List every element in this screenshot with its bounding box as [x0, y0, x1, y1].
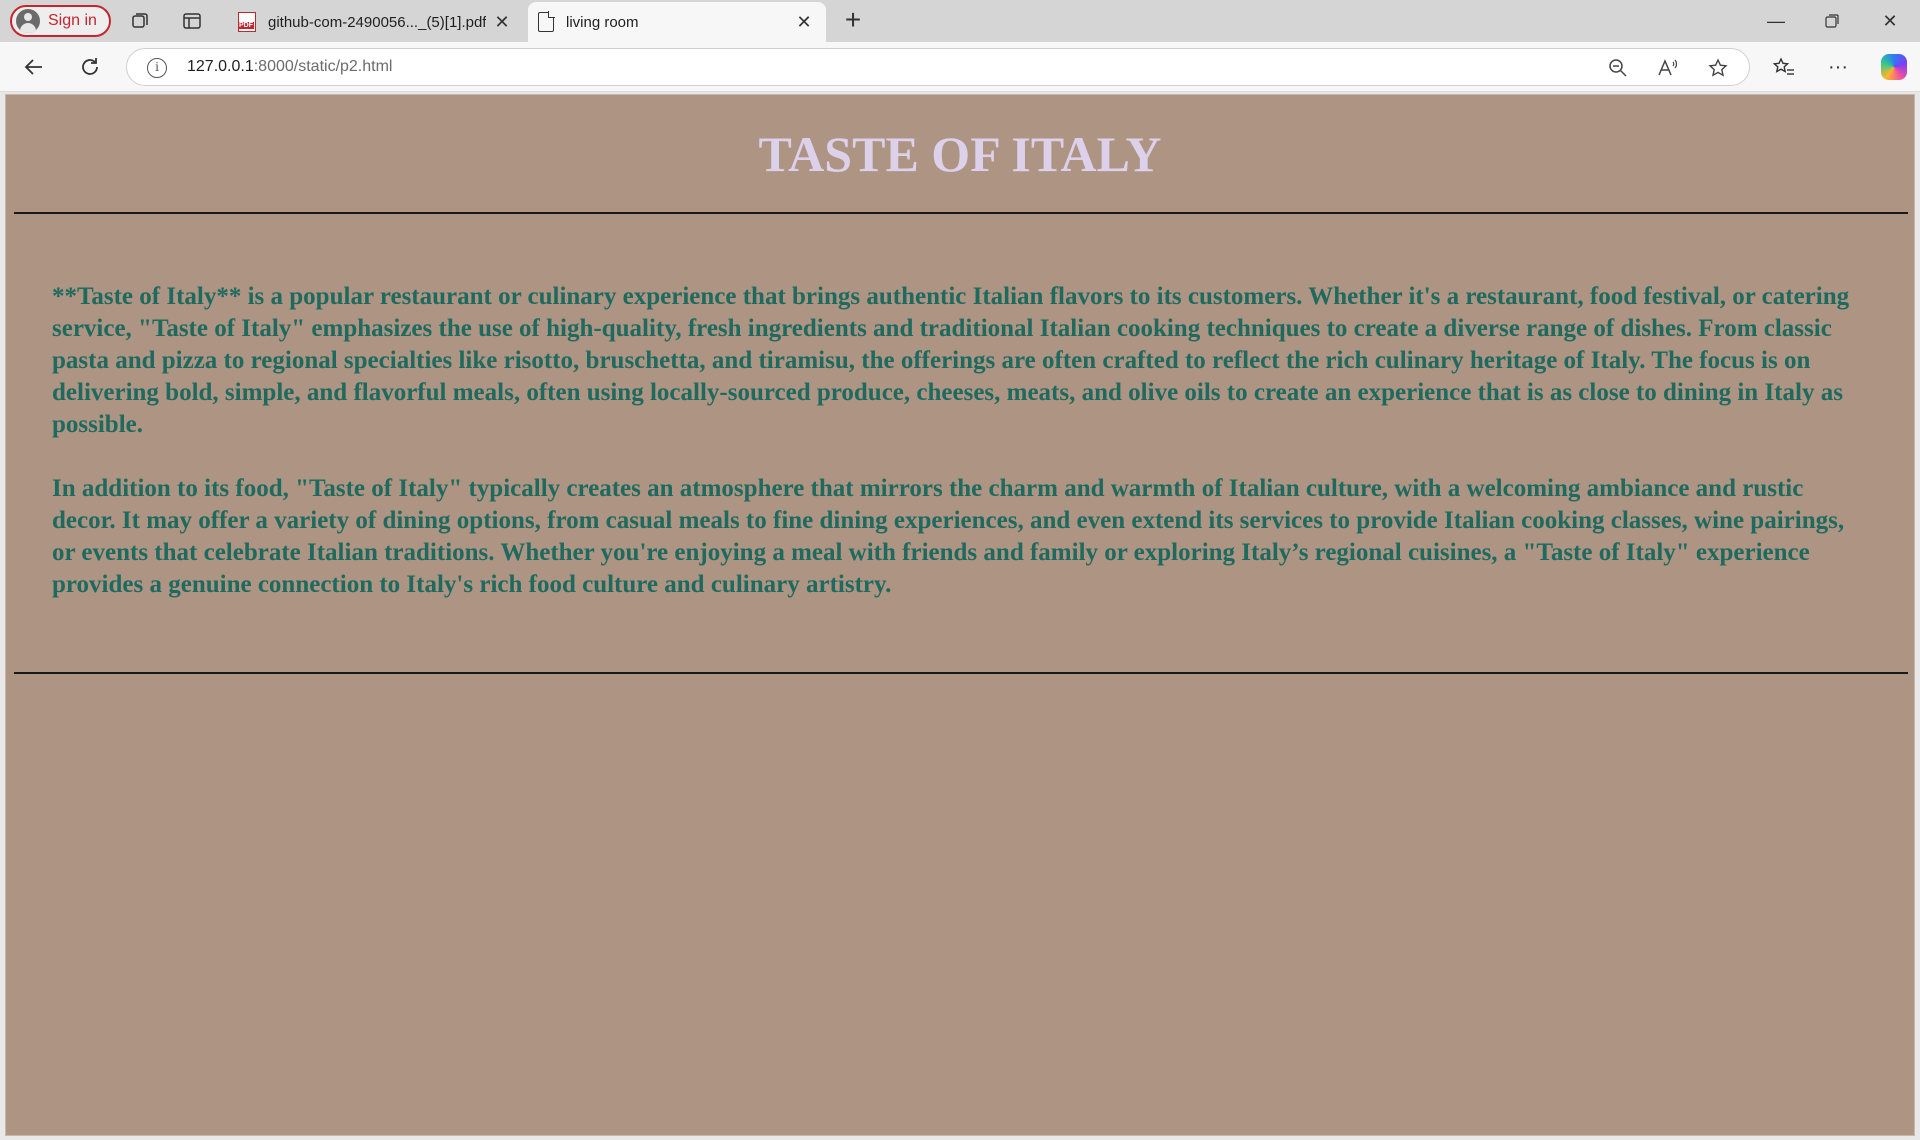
site-info-icon[interactable]: i	[147, 58, 167, 78]
restore-icon[interactable]	[1804, 0, 1860, 42]
address-bar[interactable]: i 127.0.0.1:8000/static/p2.html	[126, 48, 1750, 86]
close-icon[interactable]: ✕	[794, 12, 814, 32]
new-tab-icon[interactable]: +	[840, 6, 866, 34]
window-close-icon[interactable]: ✕	[1862, 0, 1918, 42]
page-body: **Taste of Italy** is a popular restaura…	[52, 281, 1872, 633]
paragraph-intro: **Taste of Italy** is a popular restaura…	[52, 283, 1850, 438]
close-icon[interactable]: ✕	[492, 12, 512, 32]
read-aloud-icon[interactable]	[1657, 57, 1679, 79]
refresh-icon[interactable]	[76, 53, 104, 81]
zoom-out-icon[interactable]	[1607, 57, 1629, 79]
favorite-star-icon[interactable]	[1707, 57, 1729, 79]
bottom-divider	[14, 672, 1908, 674]
tab-title: github-com-2490056..._(5)[1].pdf	[268, 13, 487, 31]
tab-living-room[interactable]: living room ✕	[528, 2, 826, 42]
page-viewport: TASTE OF ITALY **Taste of Italy** is a p…	[5, 94, 1915, 1136]
page-icon	[538, 11, 555, 32]
sign-in-label: Sign in	[48, 12, 97, 29]
address-toolbar: i 127.0.0.1:8000/static/p2.html ···	[0, 42, 1920, 92]
paragraph-atmosphere: In addition to its food, "Taste of Italy…	[52, 475, 1845, 598]
tab-title: living room	[566, 13, 639, 31]
workspaces-icon[interactable]	[128, 9, 152, 33]
more-options-icon[interactable]: ···	[1824, 53, 1852, 81]
sign-in-button[interactable]: Sign in	[10, 5, 111, 37]
tab-actions-icon[interactable]	[180, 9, 204, 33]
top-divider	[14, 212, 1908, 214]
tab-pdf[interactable]: PDF github-com-2490056..._(5)[1].pdf ✕	[228, 2, 524, 42]
back-arrow-icon[interactable]	[20, 53, 48, 81]
favorites-icon[interactable]	[1770, 53, 1798, 81]
tab-strip: Sign in PDF github-com-2490056..._(5)[1]…	[0, 0, 1920, 42]
profile-icon	[16, 9, 40, 33]
copilot-icon[interactable]	[1880, 53, 1908, 81]
minimize-icon[interactable]: ―	[1748, 0, 1804, 42]
pdf-icon: PDF	[238, 12, 256, 32]
address-url[interactable]: 127.0.0.1:8000/static/p2.html	[187, 58, 392, 76]
page-title: TASTE OF ITALY	[758, 126, 1162, 182]
